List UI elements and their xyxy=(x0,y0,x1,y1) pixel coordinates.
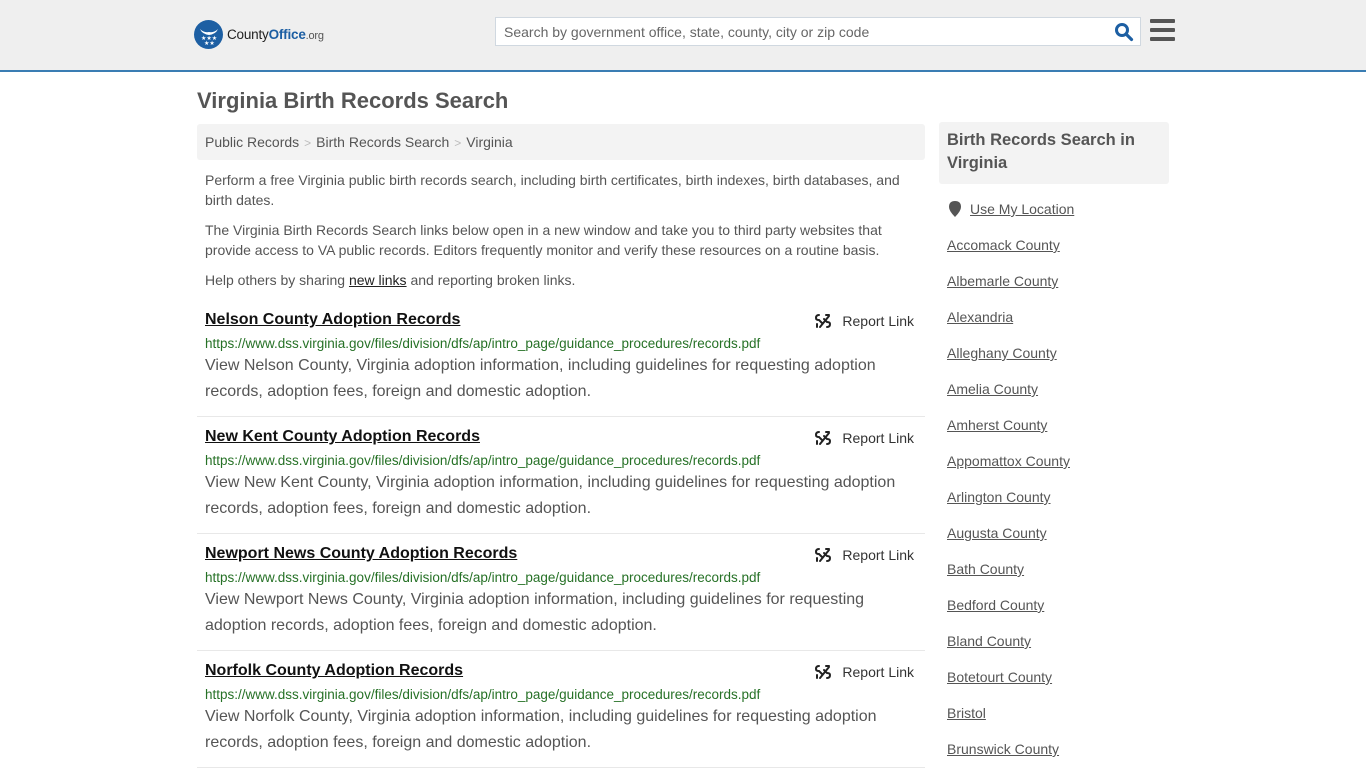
sidebar-location-link[interactable]: Arlington County xyxy=(947,489,1051,505)
sidebar-location-link[interactable]: Alexandria xyxy=(947,309,1013,325)
sidebar-location-link[interactable]: Albemarle County xyxy=(947,273,1058,289)
search-button[interactable] xyxy=(1114,22,1134,42)
map-pin-icon xyxy=(949,201,961,217)
use-my-location-link[interactable]: Use My Location xyxy=(970,201,1074,217)
list-item: Alexandria xyxy=(947,309,1070,345)
intro-paragraph-1: Perform a free Virginia public birth rec… xyxy=(205,172,900,208)
list-item: Albemarle County xyxy=(947,273,1070,309)
site-logo[interactable]: ★★★ ★★ CountyOffice.org xyxy=(194,20,324,49)
result-title-link[interactable]: Norfolk County Adoption Records xyxy=(205,662,463,680)
breadcrumb-virginia: Virginia xyxy=(466,134,513,150)
eagle-stars-logo-icon: ★★★ ★★ xyxy=(194,20,223,49)
report-link-button[interactable]: Report Link xyxy=(815,313,914,329)
sidebar-location-link[interactable]: Brunswick County xyxy=(947,741,1059,757)
result-title-link[interactable]: Nelson County Adoption Records xyxy=(205,311,460,329)
search-bar xyxy=(495,17,1141,46)
sidebar-location-link[interactable]: Bedford County xyxy=(947,597,1044,613)
sidebar-location-link[interactable]: Amherst County xyxy=(947,417,1047,433)
list-item: Amelia County xyxy=(947,381,1070,417)
broken-link-icon xyxy=(815,431,832,445)
new-links-link[interactable]: new links xyxy=(349,272,407,288)
sidebar-location-link[interactable]: Botetourt County xyxy=(947,669,1052,685)
breadcrumb: Public Records > Birth Records Search > Virg… xyxy=(197,124,925,160)
broken-link-icon xyxy=(815,314,832,328)
list-item: Bath County xyxy=(947,561,1070,597)
hamburger-menu-button[interactable] xyxy=(1150,19,1175,41)
sidebar-location-link[interactable]: Bath County xyxy=(947,561,1024,577)
sidebar-location-link[interactable]: Augusta County xyxy=(947,525,1047,541)
list-item: Arlington County xyxy=(947,489,1070,525)
sidebar-location-list: Accomack County Albemarle County Alexand… xyxy=(947,237,1070,777)
list-item: Bland County xyxy=(947,633,1070,669)
result-url: https://www.dss.virginia.gov/files/divis… xyxy=(205,570,761,585)
broken-link-icon xyxy=(815,665,832,679)
result-title-link[interactable]: New Kent County Adoption Records xyxy=(205,428,480,446)
list-item: Amherst County xyxy=(947,417,1070,453)
list-item: Botetourt County xyxy=(947,669,1070,705)
result-url: https://www.dss.virginia.gov/files/divis… xyxy=(205,687,761,702)
logo-wordmark: CountyOffice.org xyxy=(227,27,324,42)
list-item: Brunswick County xyxy=(947,741,1070,777)
page-title: Virginia Birth Records Search xyxy=(197,88,509,113)
result-title-link[interactable]: Newport News County Adoption Records xyxy=(205,545,517,563)
sidebar-location-link[interactable]: Bristol xyxy=(947,705,986,721)
result-description: View Nelson County, Virginia adoption in… xyxy=(205,357,876,400)
use-my-location: Use My Location xyxy=(949,201,1074,217)
svg-text:★★: ★★ xyxy=(204,40,215,46)
result-description: View Newport News County, Virginia adopt… xyxy=(205,591,865,634)
search-input[interactable] xyxy=(496,18,1096,45)
list-item: Appomattox County xyxy=(947,453,1070,489)
site-header: ★★★ ★★ CountyOffice.org xyxy=(0,0,1366,72)
list-item: Augusta County xyxy=(947,525,1070,561)
list-item: Alleghany County xyxy=(947,345,1070,381)
list-item: Accomack County xyxy=(947,237,1070,273)
result-description: View New Kent County, Virginia adoption … xyxy=(205,474,896,517)
list-item: Bedford County xyxy=(947,597,1070,633)
result-item: Nelson County Adoption Records Report Li… xyxy=(197,311,925,417)
result-item: Norfolk County Adoption Records Report L… xyxy=(197,662,925,768)
breadcrumb-separator: > xyxy=(454,136,462,150)
result-url: https://www.dss.virginia.gov/files/divis… xyxy=(205,336,761,351)
sidebar-heading: Birth Records Search in Virginia xyxy=(939,122,1169,184)
report-link-button[interactable]: Report Link xyxy=(815,430,914,446)
sidebar-location-link[interactable]: Appomattox County xyxy=(947,453,1070,469)
breadcrumb-public-records[interactable]: Public Records xyxy=(205,134,299,150)
result-url: https://www.dss.virginia.gov/files/divis… xyxy=(205,453,761,468)
result-item: Newport News County Adoption Records Rep… xyxy=(197,545,925,651)
sidebar-location-link[interactable]: Alleghany County xyxy=(947,345,1057,361)
hamburger-menu-icon xyxy=(1150,19,1175,23)
report-link-button[interactable]: Report Link xyxy=(815,547,914,563)
sidebar-location-link[interactable]: Accomack County xyxy=(947,237,1060,253)
intro-paragraph-2: The Virginia Birth Records Search links … xyxy=(205,222,882,258)
list-item: Bristol xyxy=(947,705,1070,741)
intro-paragraph-3: Help others by sharing new links and rep… xyxy=(205,272,576,288)
breadcrumb-separator: > xyxy=(304,136,312,150)
breadcrumb-birth-records-search[interactable]: Birth Records Search xyxy=(316,134,449,150)
result-description: View Norfolk County, Virginia adoption i… xyxy=(205,708,877,751)
result-item: New Kent County Adoption Records Report … xyxy=(197,428,925,534)
sidebar-location-link[interactable]: Bland County xyxy=(947,633,1031,649)
report-link-button[interactable]: Report Link xyxy=(815,664,914,680)
sidebar-location-link[interactable]: Amelia County xyxy=(947,381,1038,397)
search-icon xyxy=(1115,23,1134,42)
broken-link-icon xyxy=(815,548,832,562)
